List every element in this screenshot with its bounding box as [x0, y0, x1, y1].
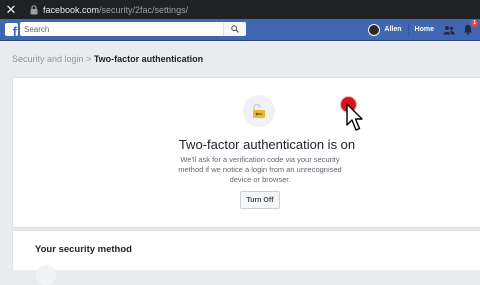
security-method-title: Your security method: [35, 244, 132, 255]
navbar-right: Allen Home 1: [368, 19, 480, 40]
url-domain: facebook.com: [43, 4, 100, 15]
page-title: Two-factor authentication: [93, 54, 204, 64]
search-input[interactable]: Search: [24, 25, 223, 34]
search-button[interactable]: [223, 22, 246, 36]
divider: [407, 24, 409, 35]
avatar[interactable]: [368, 23, 381, 36]
padlock-icon[interactable]: [28, 4, 40, 16]
two-factor-status-description: We'll ask for a verification code via yo…: [178, 155, 342, 184]
turn-off-button[interactable]: Turn Off: [240, 191, 280, 209]
security-method-icon: [36, 265, 56, 285]
mouse-cursor-icon: [346, 103, 363, 131]
notifications-icon[interactable]: 1: [461, 19, 478, 37]
home-link[interactable]: Home: [415, 26, 434, 33]
breadcrumb-security-and-login[interactable]: Security and login: [12, 54, 84, 64]
address-bar[interactable]: facebook.com/security/2fac/settings/: [43, 5, 188, 15]
two-factor-status-heading: Two-factor authentication is on: [178, 137, 356, 152]
url-path: /security/2fac/settings/: [99, 4, 189, 15]
facebook-logo-icon[interactable]: f: [5, 23, 18, 36]
friend-requests-icon[interactable]: [442, 23, 456, 37]
close-icon[interactable]: ✕: [0, 0, 22, 19]
unlocked-padlock-icon: [243, 95, 275, 127]
search-field[interactable]: Search: [20, 22, 246, 36]
notification-badge: 1: [471, 19, 478, 27]
search-icon: [231, 25, 239, 33]
facebook-navbar: f Search Allen Home 1: [0, 19, 480, 41]
profile-name-link[interactable]: Allen: [384, 26, 401, 33]
breadcrumb-separator: >: [86, 54, 92, 64]
breadcrumb: Security and login > Two-factor authenti…: [12, 54, 203, 64]
browser-toolbar: ✕ facebook.com/security/2fac/settings/: [0, 0, 480, 19]
